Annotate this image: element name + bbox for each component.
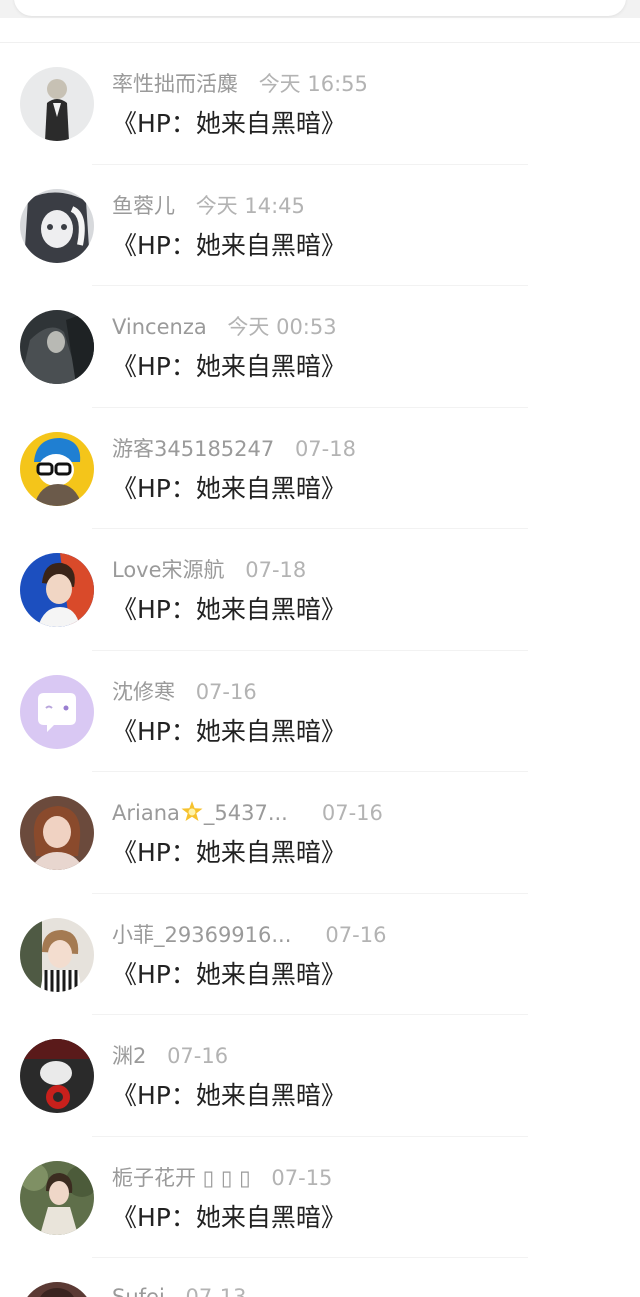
comment-text: 《HP：她来自黑暗》 — [112, 1081, 346, 1110]
avatar[interactable] — [20, 1160, 94, 1235]
user-name[interactable]: Love宋源航 — [112, 555, 225, 585]
comment-text: 《HP：她来自黑暗》 — [112, 109, 346, 138]
comment-meta: 小菲_29369916... 07-16 — [112, 920, 386, 950]
avatar-child-photo-icon — [20, 917, 94, 992]
comment-item[interactable]: 栀子花开 ▯ ▯ ▯ 07-15 《HP：她来自黑暗》 — [0, 1137, 640, 1258]
comment-meta: Sufei 07-13 — [112, 1282, 247, 1297]
user-name-suffix: _5437... — [203, 801, 288, 825]
comment-text: 《HP：她来自黑暗》 — [112, 959, 346, 989]
avatar[interactable] — [20, 1282, 94, 1297]
comment-text: 《HP：她来自黑暗》 — [112, 1202, 346, 1232]
comment-meta: 渊2 07-16 — [112, 1041, 228, 1071]
timestamp: 07-18 — [245, 558, 307, 582]
top-sheet — [0, 0, 640, 18]
user-name[interactable]: 沈修寒 — [112, 677, 175, 707]
top-sheet-card — [14, 0, 626, 16]
comment-meta: 率性拙而活麋 今天 16:55 — [112, 69, 368, 99]
avatar-anime-girl-icon — [20, 188, 94, 263]
avatar-cartoon-glasses-icon — [20, 431, 94, 506]
timestamp: 今天 16:55 — [258, 72, 368, 96]
comment-meta: Vincenza 今天 00:53 — [112, 312, 337, 342]
avatar[interactable] — [20, 67, 94, 141]
timestamp: 今天 14:45 — [195, 193, 305, 218]
avatar[interactable] — [20, 917, 94, 992]
avatar-partial-icon — [20, 1282, 94, 1297]
user-name[interactable]: 鱼蓉儿 — [112, 191, 175, 221]
avatar[interactable] — [20, 796, 94, 870]
avatar[interactable] — [20, 188, 94, 263]
avatar-dark-character-icon — [20, 310, 94, 384]
comment-item[interactable]: 率性拙而活麋 今天 16:55 《HP：她来自黑暗》 — [0, 43, 640, 165]
comment-text: 《HP：她来自黑暗》 — [112, 716, 346, 746]
comment-item[interactable]: 沈修寒 07-16 《HP：她来自黑暗》 — [0, 651, 640, 772]
comment-item[interactable]: Ariana _5437... 07-16 《HP：她来自黑暗》 — [0, 772, 640, 894]
comment-item-partial[interactable]: Sufei 07-13 — [0, 1258, 640, 1297]
avatar-character-bw-icon — [20, 67, 94, 141]
default-chat-icon — [20, 674, 94, 749]
comment-text: 《HP：她来自黑暗》 — [112, 230, 346, 260]
avatar-red-dark-icon — [20, 1039, 94, 1113]
user-name[interactable]: 小菲_29369916... — [112, 920, 291, 950]
avatar-outdoor-girl-icon — [20, 1160, 94, 1235]
user-name[interactable]: Ariana _5437... — [112, 798, 288, 828]
timestamp: 07-18 — [294, 436, 356, 461]
timestamp: 07-16 — [167, 1044, 229, 1068]
comment-text: 《HP：她来自黑暗》 — [112, 595, 346, 624]
comment-meta: 鱼蓉儿 今天 14:45 — [112, 191, 305, 221]
comment-meta: 沈修寒 07-16 — [112, 677, 257, 707]
timestamp: 07-16 — [321, 801, 383, 825]
comment-text: 《HP：她来自黑暗》 — [112, 473, 346, 503]
avatar[interactable] — [20, 553, 94, 627]
timestamp: 今天 00:53 — [227, 315, 337, 339]
avatar-boy-photo-icon — [20, 553, 94, 627]
comment-meta: 栀子花开 ▯ ▯ ▯ 07-15 — [112, 1163, 332, 1193]
comment-list[interactable]: 率性拙而活麋 今天 16:55 《HP：她来自黑暗》 鱼蓉儿 今天 14:45 … — [0, 43, 640, 1258]
comment-item[interactable]: Love宋源航 07-18 《HP：她来自黑暗》 — [0, 529, 640, 651]
comment-item[interactable]: 游客345185247 07-18 《HP：她来自黑暗》 — [0, 408, 640, 529]
timestamp: 07-15 — [271, 1165, 333, 1190]
comment-meta: Love宋源航 07-18 — [112, 555, 306, 585]
user-name[interactable]: 栀子花开 ▯ ▯ ▯ — [112, 1163, 251, 1193]
comment-item[interactable]: 小菲_29369916... 07-16 《HP：她来自黑暗》 — [0, 894, 640, 1015]
user-name[interactable]: 率性拙而活麋 — [112, 69, 238, 99]
comment-meta: 游客345185247 07-18 — [112, 434, 356, 464]
avatar-girl-photo-icon — [20, 796, 94, 870]
comment-item[interactable]: Vincenza 今天 00:53 《HP：她来自黑暗》 — [0, 286, 640, 408]
comment-item[interactable]: 渊2 07-16 《HP：她来自黑暗》 — [0, 1015, 640, 1137]
timestamp: 07-16 — [325, 922, 387, 947]
timestamp: 07-16 — [195, 679, 257, 704]
avatar[interactable] — [20, 1039, 94, 1113]
timestamp: 07-13 — [185, 1285, 247, 1297]
comment-text: 《HP：她来自黑暗》 — [112, 838, 346, 867]
user-name-text: Ariana — [112, 801, 180, 825]
avatar[interactable] — [20, 310, 94, 384]
comment-text: 《HP：她来自黑暗》 — [112, 352, 346, 381]
comment-item[interactable]: 鱼蓉儿 今天 14:45 《HP：她来自黑暗》 — [0, 165, 640, 286]
comment-meta: Ariana _5437... 07-16 — [112, 798, 383, 828]
user-name[interactable]: Vincenza — [112, 312, 207, 342]
user-name[interactable]: 渊2 — [112, 1041, 146, 1071]
star-sparkle-icon — [181, 801, 203, 821]
avatar[interactable] — [20, 674, 94, 749]
user-name[interactable]: 游客345185247 — [112, 434, 274, 464]
user-name[interactable]: Sufei — [112, 1282, 165, 1297]
avatar[interactable] — [20, 431, 94, 506]
